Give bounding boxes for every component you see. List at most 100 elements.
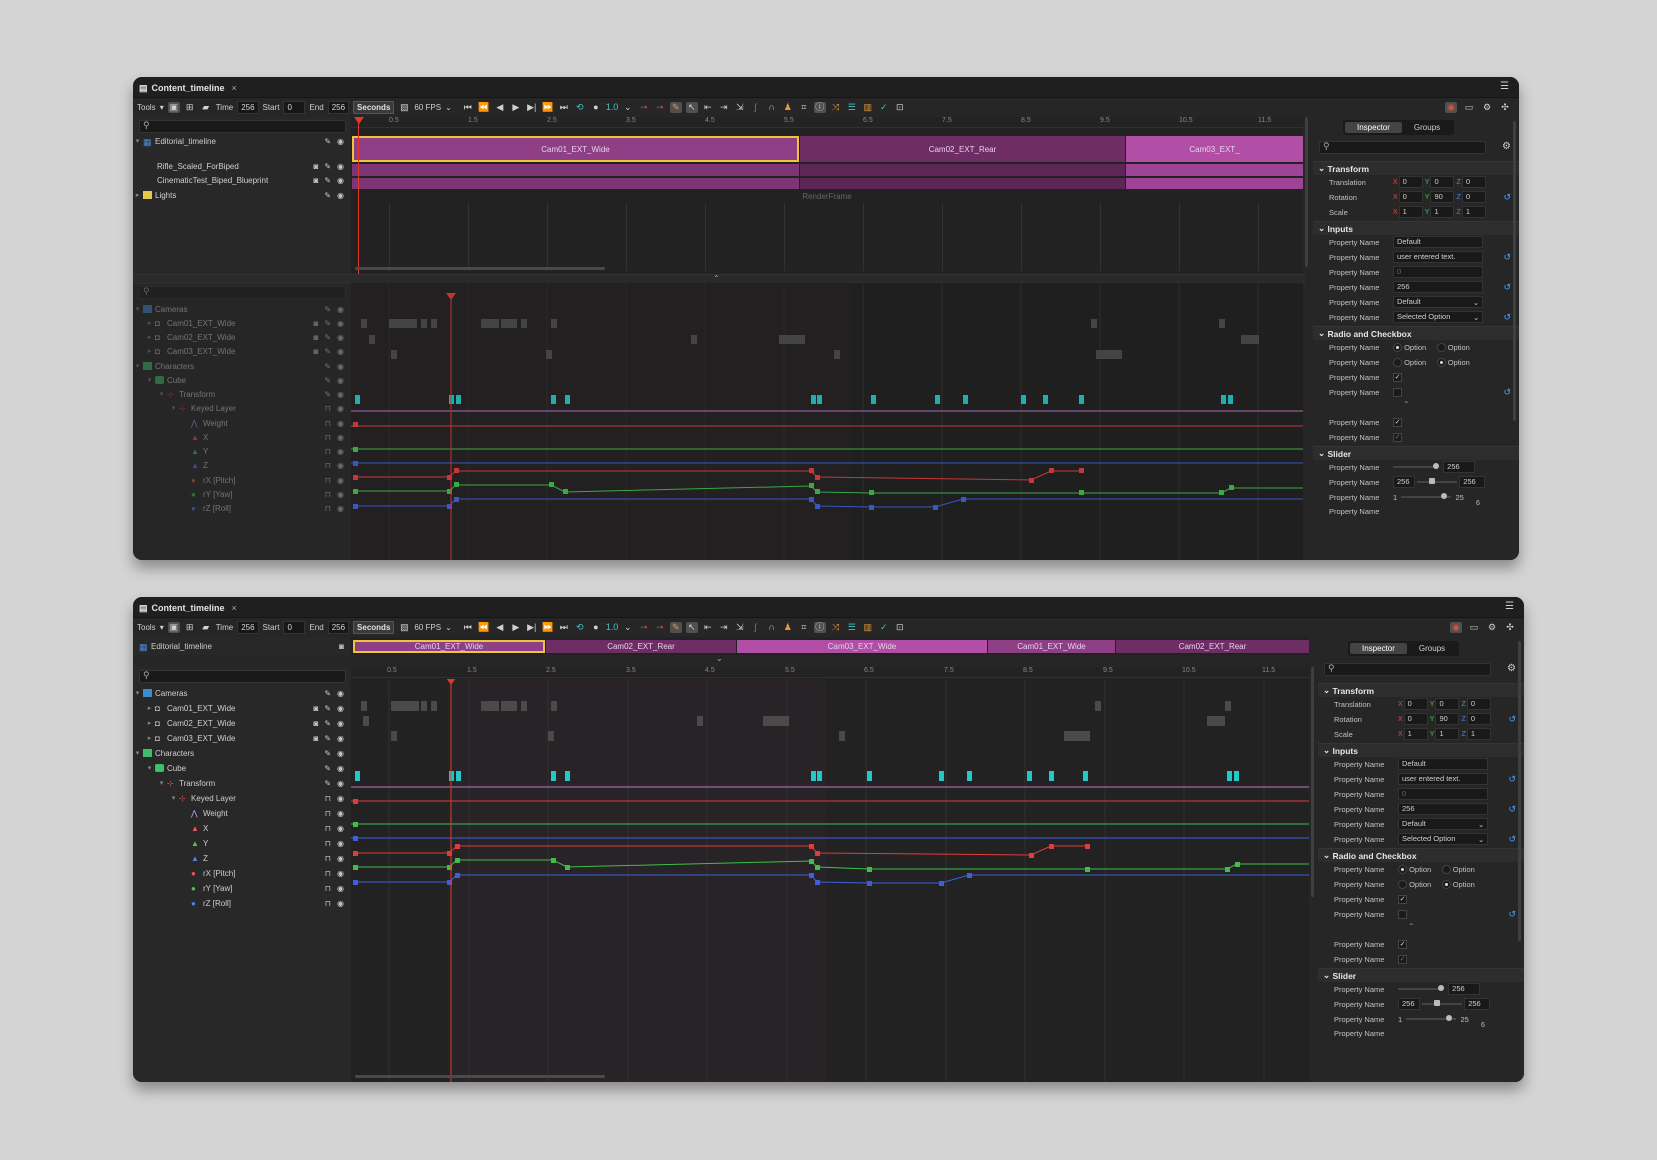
tree-rx[interactable]: ● rX [Pitch] ⊓ ◉ xyxy=(133,473,350,487)
radio-option[interactable] xyxy=(1398,864,1407,874)
settings-icon[interactable]: ⚙ xyxy=(1507,663,1516,674)
search-input[interactable]: ⚲ xyxy=(139,286,346,299)
tree-cube[interactable]: ▾ Cube ✎ ◉ xyxy=(133,373,350,387)
fps-select[interactable]: 60 FPS xyxy=(414,623,441,632)
character-icon[interactable]: ♟ xyxy=(782,102,794,113)
pin-icon[interactable]: ✎ xyxy=(324,719,331,728)
tree-characters[interactable]: ▾ Characters ✎ ◉ xyxy=(133,359,350,373)
reset-icon[interactable]: ↺ xyxy=(1508,909,1516,920)
eye-icon[interactable]: ◉ xyxy=(337,176,344,185)
tree-cube[interactable]: ▾ Cube ✎ ◉ xyxy=(133,761,350,775)
expand-arrow-icon[interactable]: ▸ xyxy=(133,191,142,199)
text-input[interactable]: Default xyxy=(1393,236,1483,248)
camera-icon[interactable]: ◙ xyxy=(313,176,318,185)
track-editorial[interactable]: ▦ Editorial_timeline ◙ xyxy=(133,639,350,653)
camera-icon[interactable]: ◙ xyxy=(313,704,318,713)
slider-min[interactable]: 256 xyxy=(1398,998,1420,1010)
tree-rz[interactable]: ● rZ [Roll] ⊓ ◉ xyxy=(133,501,350,515)
tree-cam2[interactable]: ▸ ◘ Cam02_EXT_Wide ◙ ✎ ◉ xyxy=(133,716,350,730)
slider-knob[interactable] xyxy=(1441,493,1448,499)
text-input[interactable]: user entered text. xyxy=(1393,251,1483,263)
eye-icon[interactable]: ◉ xyxy=(337,490,344,499)
move-right-icon[interactable]: ⇥ xyxy=(718,622,730,633)
reset-icon[interactable]: ↺ xyxy=(1508,804,1516,815)
snap-icon[interactable]: ▧ xyxy=(398,102,410,113)
play-icon[interactable]: ▶ xyxy=(510,102,522,113)
prev-key-icon[interactable]: ⏪ xyxy=(478,622,490,633)
pin-icon[interactable]: ✎ xyxy=(324,162,331,171)
reset-icon[interactable]: ↺ xyxy=(1503,387,1511,398)
pin-icon[interactable]: ✎ xyxy=(324,191,331,200)
section-inputs[interactable]: ⌄ Inputs xyxy=(1313,221,1519,235)
collapse-icon[interactable]: ⌃ xyxy=(1403,400,1410,409)
layers-icon[interactable]: ☰ xyxy=(846,622,858,633)
scale-x[interactable]: 1 xyxy=(1398,206,1423,218)
remove-key-icon[interactable]: ⊸ xyxy=(654,622,666,633)
eye-icon[interactable]: ◉ xyxy=(337,719,344,728)
scale-y[interactable]: 1 xyxy=(1430,206,1455,218)
slider-max[interactable]: 256 xyxy=(1464,998,1491,1010)
clip-cam03[interactable]: Cam03_EXT_Wide xyxy=(737,640,987,653)
key-icon[interactable]: ⊸ xyxy=(638,102,650,113)
end-input[interactable]: 256 xyxy=(327,100,350,114)
radio-option[interactable] xyxy=(1393,342,1402,352)
reset-icon[interactable]: ↺ xyxy=(1503,252,1511,263)
tree-characters[interactable]: ▾ Characters ✎ ◉ xyxy=(133,746,350,760)
slider-max[interactable]: 256 xyxy=(1459,476,1486,488)
tree-cam1[interactable]: ▸ ◘ Cam01_EXT_Wide ◙ ✎ ◉ xyxy=(133,701,350,715)
record-icon[interactable]: ● xyxy=(590,622,602,633)
eye-icon[interactable]: ◉ xyxy=(337,333,344,342)
rotation-y[interactable]: 90 xyxy=(1435,713,1460,725)
eye-icon[interactable]: ◉ xyxy=(337,404,344,413)
clip-cam02[interactable]: Cam02_EXT_Rear xyxy=(546,640,736,653)
camera-icon[interactable]: ◙ xyxy=(313,734,318,743)
translation-y[interactable]: 0 xyxy=(1435,698,1460,710)
dropdown-select[interactable]: Default xyxy=(1398,818,1488,830)
time-ruler[interactable]: 0.5 1.5 2.5 3.5 4.5 5.5 6.5 7.5 8.5 9.5 … xyxy=(351,117,1303,128)
keyframe-lane-lower[interactable] xyxy=(351,283,1303,560)
tab-inspector[interactable]: Inspector xyxy=(1350,643,1407,654)
checkbox-checked[interactable]: ✓ xyxy=(1393,417,1402,427)
inspector-search-input[interactable]: ⚲ xyxy=(1324,663,1491,676)
pin-icon[interactable]: ✎ xyxy=(324,749,331,758)
slider-value[interactable]: 256 xyxy=(1448,983,1481,995)
loop-icon[interactable]: ⟲ xyxy=(574,622,586,633)
track-lights[interactable]: ▸ Lights ✎ ◉ xyxy=(133,188,350,202)
settings-icon[interactable]: ⚙ xyxy=(1502,141,1511,152)
jump-start-icon[interactable]: ⏮ xyxy=(462,102,474,113)
lock-icon[interactable]: ⊓ xyxy=(325,490,331,499)
layers-icon[interactable]: ☰ xyxy=(846,102,858,113)
keyframe-lane[interactable]: 0.5 1.5 2.5 3.5 4.5 5.5 6.5 7.5 8.5 9.5 … xyxy=(351,667,1309,1082)
lock-icon[interactable]: ⊓ xyxy=(325,461,331,470)
radio-option[interactable] xyxy=(1441,864,1451,874)
start-input[interactable]: 0 xyxy=(283,620,306,634)
section-radio[interactable]: ⌄ Radio and Checkbox xyxy=(1318,848,1524,862)
slider-value[interactable]: 256 xyxy=(1443,461,1476,473)
info-icon[interactable]: ⓘ xyxy=(813,101,826,113)
reset-icon[interactable]: ↺ xyxy=(1508,834,1516,845)
eye-icon[interactable]: ◉ xyxy=(337,689,344,698)
lock-icon[interactable]: ⊓ xyxy=(325,476,331,485)
eye-icon[interactable]: ◉ xyxy=(337,362,344,371)
slider-knob[interactable] xyxy=(1438,985,1444,991)
loop-icon[interactable]: ⟲ xyxy=(574,102,586,113)
lock-icon[interactable]: ⊓ xyxy=(325,447,331,456)
camera-icon[interactable]: ◙ xyxy=(339,642,344,651)
translation-x[interactable]: 0 xyxy=(1398,176,1423,188)
camera-icon[interactable]: ◙ xyxy=(313,162,318,171)
dropdown-select[interactable]: Default xyxy=(1393,296,1483,308)
eye-icon[interactable]: ◉ xyxy=(337,839,344,848)
eye-icon[interactable]: ◉ xyxy=(337,749,344,758)
tree-cam3[interactable]: ▸ ◘ Cam03_EXT_Wide ◙ ✎ ◉ xyxy=(133,731,350,745)
slider[interactable] xyxy=(1393,463,1439,469)
puzzle-icon[interactable]: ✣ xyxy=(1504,622,1516,633)
horizontal-scrollbar[interactable] xyxy=(355,267,605,270)
step-back-icon[interactable]: ◀ xyxy=(494,622,506,633)
lock-icon[interactable]: ⊓ xyxy=(325,419,331,428)
slider[interactable] xyxy=(1398,985,1444,991)
lock-icon[interactable]: ⊓ xyxy=(325,884,331,893)
radio-option[interactable] xyxy=(1398,879,1407,889)
eye-icon[interactable]: ◉ xyxy=(337,191,344,200)
rotation-x[interactable]: 0 xyxy=(1398,191,1423,203)
collapse-icon[interactable]: ⌃ xyxy=(1408,922,1415,931)
